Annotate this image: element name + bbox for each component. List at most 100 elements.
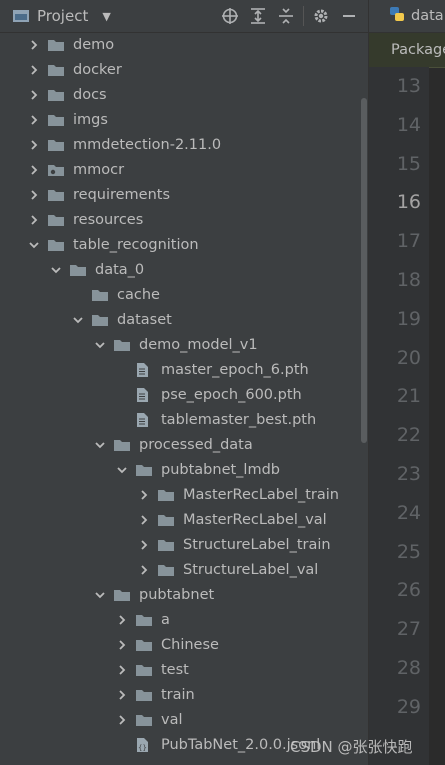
json-file-icon: {}	[135, 737, 153, 752]
tree-folder-row[interactable]: dataset	[0, 307, 368, 332]
tree-folder-row[interactable]: resources	[0, 207, 368, 232]
tree-folder-row[interactable]: mmdetection-2.11.0	[0, 132, 368, 157]
chevron-right-icon[interactable]	[27, 188, 41, 202]
tree-item-label: Chinese	[161, 636, 219, 653]
tree-item-label: processed_data	[139, 436, 253, 453]
chevron-right-icon[interactable]	[27, 63, 41, 77]
chevron-right-icon[interactable]	[137, 488, 151, 502]
tree-folder-row[interactable]: test	[0, 657, 368, 682]
tree-item-label: pubtabnet	[139, 586, 215, 603]
tree-folder-row[interactable]: data_0	[0, 257, 368, 282]
folder-icon	[47, 238, 65, 252]
tree-item-label: resources	[73, 211, 144, 228]
tree-file-row[interactable]: pse_epoch_600.pth	[0, 382, 368, 407]
chevron-down-icon[interactable]	[93, 588, 107, 602]
tree-file-row[interactable]: tablemaster_best.pth	[0, 407, 368, 432]
tree-folder-row[interactable]: pubtabnet_lmdb	[0, 457, 368, 482]
chevron-right-icon[interactable]	[27, 213, 41, 227]
folder-icon	[47, 188, 65, 202]
tree-folder-row[interactable]: train	[0, 682, 368, 707]
tree-folder-row[interactable]: demo_model_v1	[0, 332, 368, 357]
project-view-title[interactable]: Project	[37, 7, 88, 25]
python-file-icon	[389, 6, 405, 26]
collapse-all-icon[interactable]	[275, 5, 297, 27]
file-icon	[135, 412, 153, 427]
tree-item-label: imgs	[73, 111, 108, 128]
folder-icon	[135, 613, 153, 627]
tree-folder-row[interactable]: MasterRecLabel_val	[0, 507, 368, 532]
tree-folder-row[interactable]: StructureLabel_train	[0, 532, 368, 557]
gear-icon[interactable]	[310, 5, 332, 27]
chevron-right-icon[interactable]	[115, 638, 129, 652]
folder-icon	[135, 638, 153, 652]
chevron-down-icon[interactable]	[93, 438, 107, 452]
chevron-right-icon[interactable]	[115, 713, 129, 727]
tree-folder-row[interactable]: StructureLabel_val	[0, 557, 368, 582]
folder-icon	[113, 338, 131, 352]
tree-item-label: StructureLabel_val	[183, 561, 319, 578]
editor-tab[interactable]: data	[369, 0, 445, 33]
tree-folder-row[interactable]: processed_data	[0, 432, 368, 457]
chevron-right-icon[interactable]	[115, 688, 129, 702]
tree-item-label: data_0	[95, 261, 145, 278]
line-number: 23	[396, 463, 421, 485]
tree-folder-row[interactable]: val	[0, 707, 368, 732]
tree-scrollbar-thumb[interactable]	[361, 98, 367, 443]
chevron-down-icon[interactable]	[49, 263, 63, 277]
chevron-right-icon[interactable]	[115, 613, 129, 627]
folder-icon	[135, 688, 153, 702]
tree-folder-row[interactable]: Chinese	[0, 632, 368, 657]
view-dropdown-icon[interactable]: ▼	[102, 10, 110, 23]
chevron-right-icon[interactable]	[27, 163, 41, 177]
folder-icon	[113, 438, 131, 452]
chevron-right-icon[interactable]	[137, 538, 151, 552]
tree-folder-row[interactable]: a	[0, 607, 368, 632]
chevron-down-icon[interactable]	[71, 313, 85, 327]
folder-icon	[113, 588, 131, 602]
chevron-right-icon[interactable]	[137, 513, 151, 527]
hide-icon[interactable]	[338, 5, 360, 27]
tree-item-label: master_epoch_6.pth	[161, 361, 309, 378]
tree-folder-row[interactable]: table_recognition	[0, 232, 368, 257]
tree-item-label: mmocr	[73, 161, 125, 178]
tree-folder-row[interactable]: MasterRecLabel_train	[0, 482, 368, 507]
tree-item-label: cache	[117, 286, 160, 303]
chevron-down-icon[interactable]	[93, 338, 107, 352]
chevron-right-icon[interactable]	[27, 138, 41, 152]
chevron-down-icon[interactable]	[27, 238, 41, 252]
folder-icon	[47, 113, 65, 127]
tree-folder-row[interactable]: cache	[0, 282, 368, 307]
tree-item-label: requirements	[73, 186, 171, 203]
tree-item-label: a	[161, 611, 170, 628]
tree-file-row[interactable]: master_epoch_6.pth	[0, 357, 368, 382]
locate-icon[interactable]	[219, 5, 241, 27]
tree-folder-row[interactable]: pubtabnet	[0, 582, 368, 607]
svg-text:{}: {}	[138, 744, 147, 752]
folder-icon	[47, 38, 65, 52]
tree-folder-row[interactable]: imgs	[0, 107, 368, 132]
tree-item-label: demo_model_v1	[139, 336, 258, 353]
tree-folder-row[interactable]: docs	[0, 82, 368, 107]
chevron-right-icon[interactable]	[115, 663, 129, 677]
line-number: 17	[396, 230, 421, 253]
folder-icon	[157, 538, 175, 552]
chevron-right-icon[interactable]	[27, 88, 41, 102]
folder-icon	[47, 138, 65, 152]
tree-folder-row[interactable]: demo	[0, 32, 368, 57]
chevron-down-icon[interactable]	[115, 463, 129, 477]
line-number: 25	[396, 540, 421, 563]
chevron-right-icon[interactable]	[27, 113, 41, 127]
chevron-right-icon[interactable]	[27, 38, 41, 52]
chevron-right-icon[interactable]	[137, 563, 151, 577]
tree-folder-row[interactable]: mmocr	[0, 157, 368, 182]
tree-folder-row[interactable]: requirements	[0, 182, 368, 207]
folder-icon	[157, 563, 175, 577]
tree-item-label: MasterRecLabel_train	[183, 486, 339, 503]
tree-folder-row[interactable]: docker	[0, 57, 368, 82]
tree-item-label: table_recognition	[73, 236, 199, 253]
breadcrumb-label: Package	[391, 42, 445, 58]
expand-all-icon[interactable]	[247, 5, 269, 27]
editor-tab-label: data	[411, 8, 444, 24]
